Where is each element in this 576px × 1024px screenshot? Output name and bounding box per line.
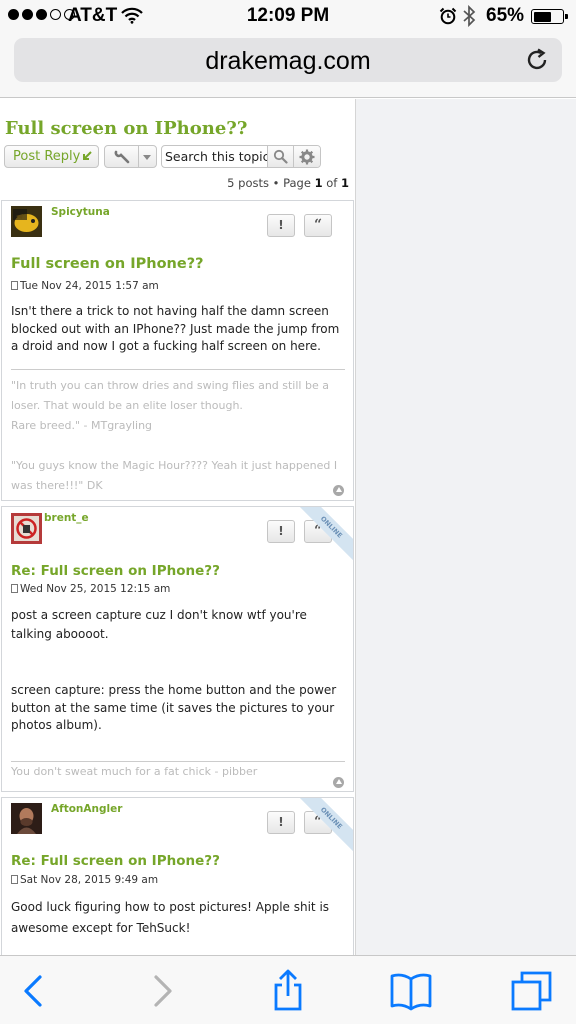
- back-to-top-icon[interactable]: [333, 485, 344, 496]
- post-date: Sat Nov 28, 2015 9:49 am: [11, 874, 158, 886]
- avatar[interactable]: [11, 206, 42, 237]
- reply-arrow-icon: [83, 151, 92, 160]
- pagination: 5 posts • Page 1 of 1: [227, 176, 349, 190]
- post-body: post a screen capture cuz I don't know w…: [11, 608, 337, 732]
- post-body: Isn't there a trick to not having half t…: [11, 304, 340, 353]
- post-1: Spicytuna ! “ Full screen on IPhone?? Tu…: [1, 200, 354, 501]
- share-icon[interactable]: [266, 969, 310, 1013]
- post-icon: [11, 584, 18, 593]
- post-date: Wed Nov 25, 2015 12:15 am: [11, 583, 170, 595]
- forward-icon[interactable]: [140, 969, 184, 1013]
- address-bar[interactable]: drakemag.com: [14, 38, 562, 82]
- avatar[interactable]: [11, 513, 42, 544]
- tabs-icon[interactable]: [510, 969, 554, 1013]
- report-button[interactable]: !: [267, 214, 295, 237]
- browser-address-area: drakemag.com: [0, 32, 576, 98]
- current-page: 1: [314, 176, 323, 190]
- quote-button[interactable]: “: [304, 214, 332, 237]
- avatar[interactable]: [11, 803, 42, 834]
- back-to-top-icon[interactable]: [333, 777, 344, 788]
- browser-toolbar: [0, 955, 576, 1024]
- search-button[interactable]: [267, 146, 293, 167]
- wrench-icon: [114, 150, 130, 164]
- back-icon[interactable]: [12, 969, 56, 1013]
- post-3: AftonAngler ! “ ONLINE Re: Full screen o…: [1, 797, 354, 955]
- battery-icon: [531, 9, 568, 24]
- post-signature: "In truth you can throw dries and swing …: [11, 369, 345, 496]
- post-icon: [11, 281, 18, 290]
- post-title[interactable]: Full screen on IPhone??: [11, 256, 204, 272]
- alarm-clock-icon: [439, 7, 457, 25]
- url-text[interactable]: drakemag.com: [14, 47, 562, 76]
- chevron-down-icon: [143, 155, 151, 160]
- bookmarks-icon[interactable]: [389, 969, 433, 1013]
- report-button[interactable]: !: [267, 811, 295, 834]
- post-signature: You don't sweat much for a fat chick - p…: [11, 761, 345, 782]
- reload-icon[interactable]: [524, 47, 550, 73]
- post-title[interactable]: Re: Full screen on IPhone??: [11, 563, 220, 579]
- web-page: Full screen on IPhone?? Post Reply Searc…: [0, 99, 576, 955]
- post-reply-label: Post Reply: [13, 149, 81, 164]
- post-title[interactable]: Re: Full screen on IPhone??: [11, 853, 220, 869]
- search-input[interactable]: [162, 146, 267, 167]
- gear-icon: [299, 149, 315, 165]
- search-icon: [273, 149, 288, 164]
- topic-search-form: [161, 145, 321, 168]
- post-2: brent_e ! “ ONLINE Re: Full screen on IP…: [1, 506, 354, 792]
- battery-percentage: 65%: [486, 5, 525, 26]
- post-date: Tue Nov 24, 2015 1:57 am: [11, 280, 159, 292]
- post-author[interactable]: AftonAngler: [51, 803, 122, 815]
- right-margin-area: [355, 99, 576, 955]
- post-reply-button[interactable]: Post Reply: [4, 145, 99, 168]
- topic-title[interactable]: Full screen on IPhone??: [5, 118, 247, 139]
- post-body: Good luck figuring how to post pictures!…: [11, 900, 330, 935]
- topic-tools-button[interactable]: [104, 145, 157, 168]
- total-pages: 1: [340, 176, 349, 190]
- post-author[interactable]: brent_e: [44, 512, 89, 524]
- advanced-search-button[interactable]: [293, 146, 320, 167]
- bluetooth-icon: [463, 5, 476, 27]
- report-button[interactable]: !: [267, 520, 295, 543]
- post-icon: [11, 875, 18, 884]
- status-bar: AT&T 12:09 PM 65%: [0, 0, 576, 32]
- post-author[interactable]: Spicytuna: [51, 206, 110, 218]
